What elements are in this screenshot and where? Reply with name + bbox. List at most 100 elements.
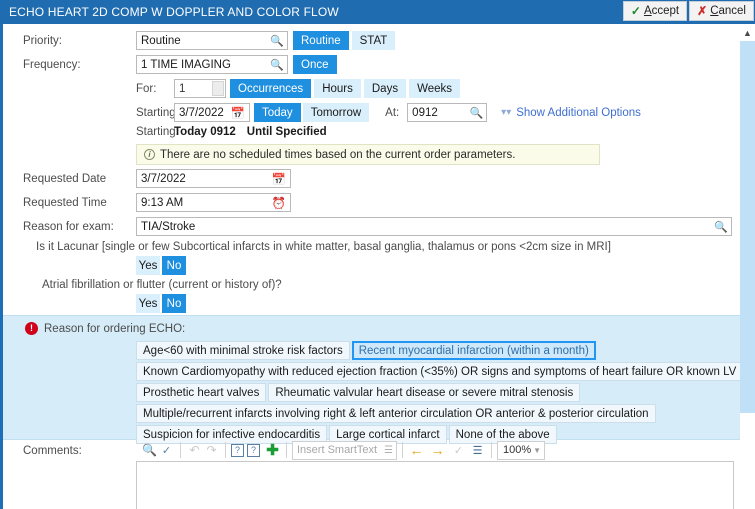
starting-summary-label: Starting: bbox=[136, 126, 179, 138]
frequency-row: Frequency: 1 TIME IMAGING 🔍 Once bbox=[23, 55, 337, 74]
back-arrow-icon[interactable]: ← bbox=[408, 442, 425, 459]
scroll-up-icon[interactable]: ▲ bbox=[740, 24, 755, 41]
question-afib-yes[interactable]: Yes bbox=[136, 294, 160, 313]
clock-icon[interactable]: ⏰ bbox=[272, 196, 286, 210]
echo-option-recent-mi[interactable]: Recent myocardial infarction (within a m… bbox=[351, 341, 596, 360]
toolbar-divider bbox=[180, 442, 181, 458]
reason-for-exam-value: TIA/Stroke bbox=[141, 220, 196, 233]
requested-date-row: Requested Date 3/7/2022 📅 bbox=[23, 169, 291, 188]
question-afib-answers: Yes No bbox=[136, 294, 186, 313]
echo-reason-label: Reason for ordering ECHO: bbox=[44, 322, 186, 335]
search-icon[interactable]: 🔍 bbox=[270, 34, 284, 47]
smarttext-input[interactable]: Insert SmartText ☰ bbox=[292, 440, 397, 460]
calendar-icon[interactable]: 📅 bbox=[231, 106, 245, 120]
redo-icon[interactable]: ↷ bbox=[203, 442, 220, 459]
check-icon: ✓ bbox=[630, 4, 641, 18]
for-quantity-stepper[interactable]: 1 bbox=[174, 79, 226, 98]
starting-row: Starting: 3/7/2022 📅 Today Tomorrow At: … bbox=[136, 103, 641, 122]
calendar-icon[interactable]: 📅 bbox=[272, 172, 286, 186]
at-label: At: bbox=[385, 106, 400, 119]
priority-option-stat[interactable]: STAT bbox=[351, 31, 396, 50]
requested-time-input[interactable]: 9:13 AM ⏰ bbox=[136, 193, 291, 212]
starting-date-input[interactable]: 3/7/2022 📅 bbox=[174, 103, 250, 122]
show-additional-options-link[interactable]: Show Additional Options bbox=[516, 107, 641, 119]
zoom-level-select[interactable]: 100% ▼ bbox=[497, 440, 545, 460]
for-quantity-value: 1 bbox=[179, 82, 186, 95]
undo-icon[interactable]: ↶ bbox=[186, 442, 203, 459]
frequency-option-once[interactable]: Once bbox=[293, 55, 337, 74]
forward-arrow-icon[interactable]: → bbox=[429, 442, 446, 459]
accept-check-icon[interactable]: ✓ bbox=[450, 442, 467, 459]
requested-date-input[interactable]: 3/7/2022 📅 bbox=[136, 169, 291, 188]
accept-button-label: AAcceptccept bbox=[643, 5, 680, 17]
window-titlebar: ECHO HEART 2D COMP W DOPPLER AND COLOR F… bbox=[0, 0, 755, 24]
stepper-buttons-icon[interactable] bbox=[212, 81, 224, 96]
chevron-down-icon[interactable]: ▼ bbox=[533, 446, 541, 455]
scrollbar-thumb[interactable] bbox=[740, 41, 755, 413]
question-lacunar-no[interactable]: No bbox=[162, 256, 186, 275]
for-unit-occurrences[interactable]: Occurrences bbox=[230, 79, 312, 98]
echo-option-multiple-infarcts[interactable]: Multiple/recurrent infarcts involving ri… bbox=[136, 404, 656, 423]
starting-quick-today[interactable]: Today bbox=[254, 103, 301, 122]
echo-option-rheumatic-valvular[interactable]: Rheumatic valvular heart disease or seve… bbox=[268, 383, 581, 402]
clock-search-icon[interactable]: 🔍 bbox=[469, 106, 483, 119]
echo-option-row: Prosthetic heart valves Rheumatic valvul… bbox=[136, 383, 734, 402]
frequency-input[interactable]: 1 TIME IMAGING 🔍 bbox=[136, 55, 288, 74]
close-icon: ✗ bbox=[697, 4, 708, 18]
help-question-icon[interactable]: ? bbox=[231, 443, 244, 457]
reason-for-exam-row: Reason for exam: TIA/Stroke 🔍 bbox=[23, 217, 732, 236]
for-unit-days[interactable]: Days bbox=[363, 79, 407, 98]
question-lacunar-yes[interactable]: Yes bbox=[136, 256, 160, 275]
comments-textarea[interactable] bbox=[136, 461, 734, 509]
for-unit-weeks[interactable]: Weeks bbox=[409, 79, 461, 98]
priority-option-routine[interactable]: Routine bbox=[293, 31, 349, 50]
priority-row: Priority: Routine 🔍 Routine STAT bbox=[23, 31, 396, 50]
echo-reason-header: ! Reason for ordering ECHO: bbox=[25, 322, 185, 335]
echo-option-age-under-60[interactable]: Age<60 with minimal stroke risk factors bbox=[136, 341, 350, 360]
frequency-label: Frequency: bbox=[23, 58, 81, 71]
echo-option-row: Age<60 with minimal stroke risk factors … bbox=[136, 341, 734, 360]
starting-time-input[interactable]: 0912 🔍 bbox=[407, 103, 488, 122]
order-form: Priority: Routine 🔍 Routine STAT Frequen… bbox=[3, 24, 740, 509]
question-lacunar-label: Is it Lacunar [single or few Subcortical… bbox=[36, 241, 611, 253]
reason-for-exam-label: Reason for exam: bbox=[23, 220, 114, 233]
zoom-in-icon[interactable]: 🔍 bbox=[141, 442, 158, 459]
window-actions: ✓ AAcceptccept ✗ Cancel bbox=[621, 1, 755, 23]
question-afib-no[interactable]: No bbox=[162, 294, 186, 313]
spell-check-icon[interactable]: ✓ bbox=[158, 442, 175, 459]
smarttext-list-icon[interactable]: ☰ bbox=[384, 445, 393, 456]
echo-option-row: Known Cardiomyopathy with reduced ejecti… bbox=[136, 362, 740, 381]
starting-quick-tomorrow[interactable]: Tomorrow bbox=[302, 103, 370, 122]
cancel-button[interactable]: ✗ Cancel bbox=[689, 1, 754, 21]
echo-option-prosthetic-valves[interactable]: Prosthetic heart valves bbox=[136, 383, 267, 402]
starting-summary-row: Starting: Today 0912 Until Specified bbox=[136, 126, 327, 138]
requested-time-row: Requested Time 9:13 AM ⏰ bbox=[23, 193, 291, 212]
error-icon: ! bbox=[25, 322, 38, 335]
schedule-warning-banner: i There are no scheduled times based on … bbox=[136, 144, 600, 165]
search-icon[interactable]: 🔍 bbox=[714, 220, 728, 233]
accept-button[interactable]: ✓ AAcceptccept bbox=[622, 1, 688, 21]
vertical-scrollbar[interactable]: ▲ bbox=[740, 24, 755, 509]
chevron-down-icon[interactable]: ▾▾ bbox=[501, 107, 511, 118]
comments-toolbar: 🔍 ✓ ↶ ↷ ? ? ✚ Insert SmartText ☰ ← → ✓ ☰… bbox=[141, 439, 545, 461]
echo-option-cardiomyopathy[interactable]: Known Cardiomyopathy with reduced ejecti… bbox=[136, 362, 740, 381]
help-info-icon[interactable]: ? bbox=[247, 443, 260, 457]
priority-input[interactable]: Routine 🔍 bbox=[136, 31, 288, 50]
priority-value: Routine bbox=[141, 34, 181, 47]
reason-for-exam-input[interactable]: TIA/Stroke 🔍 bbox=[136, 217, 732, 236]
requested-date-value: 3/7/2022 bbox=[141, 172, 186, 185]
for-row: For: 1 Occurrences Hours Days Weeks bbox=[136, 79, 461, 98]
starting-time-value: 0912 bbox=[412, 106, 438, 119]
add-icon[interactable]: ✚ bbox=[264, 442, 281, 459]
for-unit-hours[interactable]: Hours bbox=[314, 79, 361, 98]
starting-summary-value: Today 0912 bbox=[174, 126, 236, 138]
page-title: ECHO HEART 2D COMP W DOPPLER AND COLOR F… bbox=[9, 5, 339, 19]
search-icon[interactable]: 🔍 bbox=[270, 58, 284, 71]
list-icon[interactable]: ☰ bbox=[469, 442, 486, 459]
question-afib-label: Atrial fibrillation or flutter (current … bbox=[42, 279, 282, 291]
requested-time-value: 9:13 AM bbox=[141, 196, 184, 209]
toolbar-divider bbox=[491, 442, 492, 458]
for-label: For: bbox=[136, 82, 157, 95]
echo-reason-options: Age<60 with minimal stroke risk factors … bbox=[136, 341, 740, 446]
requested-date-label: Requested Date bbox=[23, 172, 107, 185]
